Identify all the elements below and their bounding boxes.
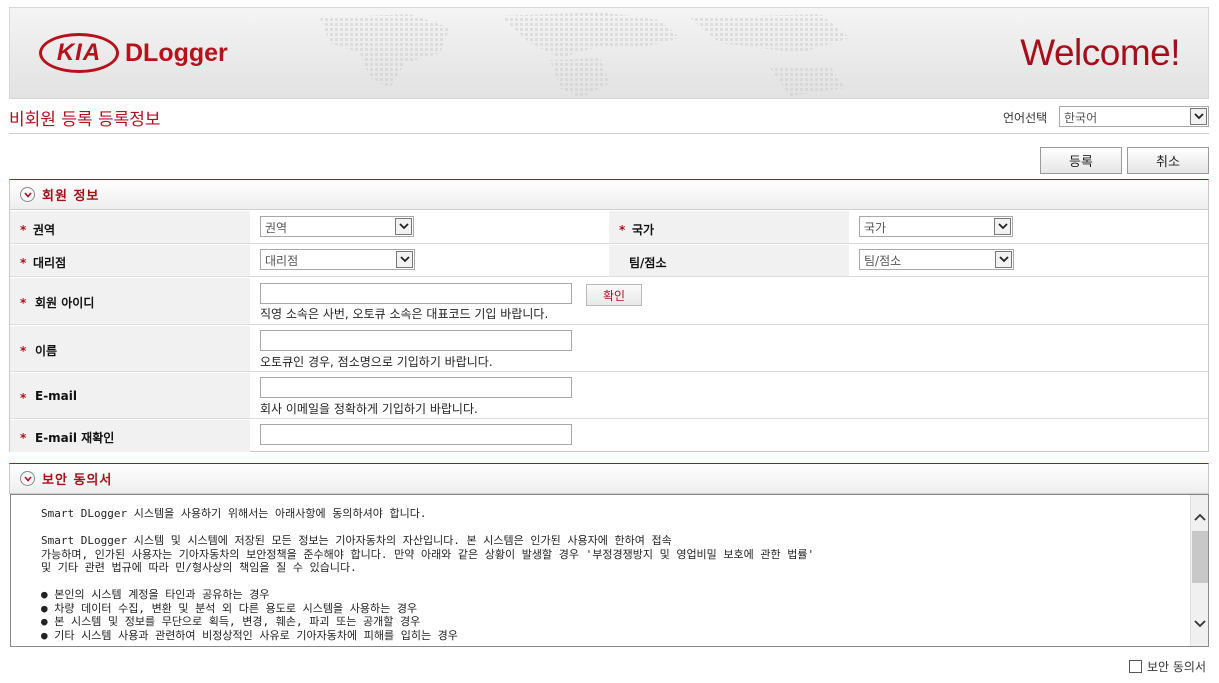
security-section-header[interactable]: 보안 동의서 [10, 464, 1208, 494]
security-section-title: 보안 동의서 [42, 473, 113, 488]
member-info-section: 회원 정보 * 권역 권역 * 국가 국가 * 대리점 대리점 팀/점소 팀/점… [9, 179, 1209, 452]
language-label: 언어선택 [1003, 111, 1048, 125]
member-info-header[interactable]: 회원 정보 [10, 180, 1208, 210]
security-agree-label: 보안 동의서 [1147, 660, 1207, 674]
id-check-button[interactable]: 확인 [586, 284, 642, 306]
welcome-text: Welcome! [1020, 32, 1180, 73]
name-input[interactable] [260, 330, 572, 351]
team-select[interactable]: 팀/점소 [859, 249, 1014, 270]
required-mark: * [20, 296, 27, 310]
required-mark: * [20, 256, 27, 270]
security-section: 보안 동의서 [9, 463, 1209, 494]
dealer-label: 대리점 [33, 256, 67, 270]
collapse-chevron-icon[interactable] [20, 471, 35, 486]
agreement-scrollbar[interactable] [1190, 495, 1208, 646]
chevron-down-icon [994, 218, 1011, 235]
scroll-down-icon[interactable] [1192, 616, 1208, 632]
required-mark: * [20, 344, 27, 358]
form-row-name: * 이름 오토큐인 경우, 점소명으로 기입하기 바랍니다. [10, 326, 1208, 372]
security-agree-checkbox[interactable] [1129, 660, 1142, 673]
kia-dlogger-logo: KIA DLogger [39, 33, 228, 73]
required-mark: * [619, 223, 626, 237]
chevron-down-icon [395, 218, 412, 235]
email-confirm-input[interactable] [260, 424, 572, 445]
member-id-hint: 직영 소속은 사번, 오토큐 소속은 대표코드 기입 바랍니다. [260, 307, 549, 321]
chevron-down-icon [396, 251, 413, 268]
name-label: 이름 [35, 344, 58, 358]
form-row-email-confirm: * E-mail 재확인 [10, 420, 1208, 452]
form-row-email: * E-mail 회사 이메일을 정확하게 기입하기 바랍니다. [10, 373, 1208, 419]
collapse-chevron-icon[interactable] [20, 187, 35, 202]
scroll-up-icon[interactable] [1192, 509, 1208, 525]
register-button[interactable]: 등록 [1040, 147, 1122, 174]
world-map-graphic [320, 12, 850, 98]
chevron-down-icon [995, 251, 1012, 268]
form-row-region: * 권역 권역 * 국가 국가 [10, 211, 1208, 244]
email-label: E-mail [35, 389, 78, 403]
app-name: DLogger [125, 38, 228, 67]
header-banner: KIA DLogger Welcome! [9, 7, 1209, 99]
page-title: 비회원 등록 등록정보 [9, 110, 161, 130]
kia-logo: KIA [39, 33, 119, 73]
required-mark: * [20, 391, 27, 405]
region-select[interactable]: 권역 [260, 216, 414, 237]
member-info-title: 회원 정보 [42, 189, 100, 204]
name-hint: 오토큐인 경우, 점소명으로 기입하기 바랍니다. [260, 355, 493, 369]
required-mark: * [20, 431, 27, 445]
cancel-button[interactable]: 취소 [1127, 147, 1209, 174]
region-label: 권역 [33, 223, 56, 237]
security-agreement-text: Smart DLogger 시스템을 사용하기 위해서는 아래사항에 동의하셔야… [41, 507, 815, 642]
email-hint: 회사 이메일을 정확하게 기입하기 바랍니다. [260, 402, 478, 416]
security-agreement-textarea[interactable]: Smart DLogger 시스템을 사용하기 위해서는 아래사항에 동의하셔야… [10, 494, 1209, 647]
security-agree-checkbox-group[interactable]: 보안 동의서 [1129, 658, 1206, 675]
country-label: 국가 [632, 223, 655, 237]
email-input[interactable] [260, 377, 572, 398]
required-mark: * [20, 223, 27, 237]
dealer-select[interactable]: 대리점 [260, 249, 415, 270]
chevron-down-icon [1190, 108, 1207, 125]
form-row-dealer: * 대리점 대리점 팀/점소 팀/점소 [10, 245, 1208, 277]
email-confirm-label: E-mail 재확인 [35, 431, 115, 445]
member-id-input[interactable] [260, 283, 572, 304]
scroll-thumb[interactable] [1192, 531, 1208, 583]
member-id-label: 회원 아이디 [35, 296, 95, 310]
language-select[interactable]: 한국어 [1059, 106, 1209, 127]
country-select[interactable]: 국가 [859, 216, 1013, 237]
team-label: 팀/점소 [629, 256, 667, 270]
form-row-member-id: * 회원 아이디 확인 직영 소속은 사번, 오토큐 소속은 대표코드 기입 바… [10, 278, 1208, 325]
title-divider [9, 133, 1209, 134]
